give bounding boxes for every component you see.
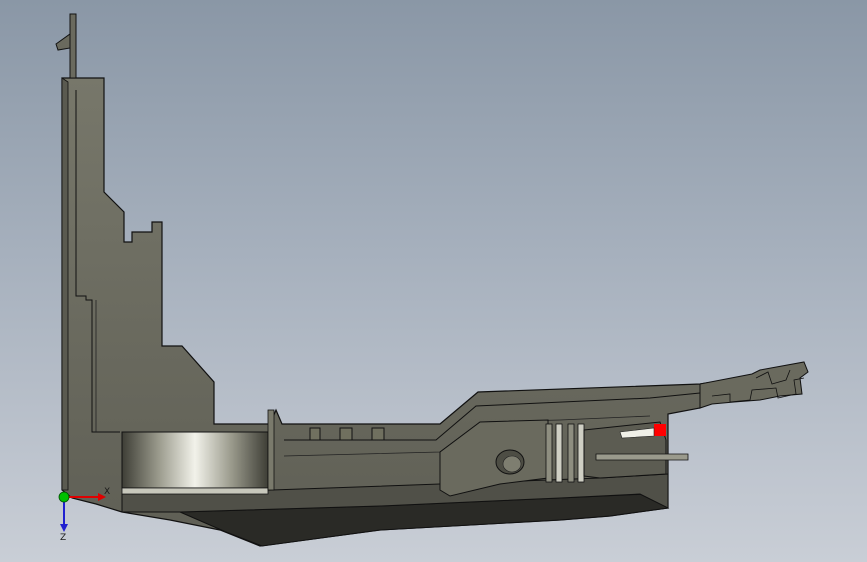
arm-extension[interactable] xyxy=(699,361,809,409)
top-rib-2 xyxy=(339,427,353,441)
z-axis-label: Z xyxy=(60,533,66,543)
wall-top-tab xyxy=(69,13,77,79)
wall-front-face xyxy=(61,77,69,491)
x-axis-label: X xyxy=(104,487,110,497)
top-rib-3 xyxy=(371,427,385,441)
graphics-viewport[interactable]: X Z xyxy=(0,0,867,562)
wall-top-hook xyxy=(55,33,71,51)
rib-post xyxy=(267,409,275,491)
cad-model-view[interactable]: X Z xyxy=(0,0,867,562)
round-hole-inner xyxy=(502,455,522,473)
cylinder-boss[interactable] xyxy=(121,431,269,489)
thin-rod xyxy=(595,453,689,461)
top-rib-1 xyxy=(309,427,321,441)
red-marker xyxy=(654,424,666,436)
cylinder-rim xyxy=(121,487,269,495)
